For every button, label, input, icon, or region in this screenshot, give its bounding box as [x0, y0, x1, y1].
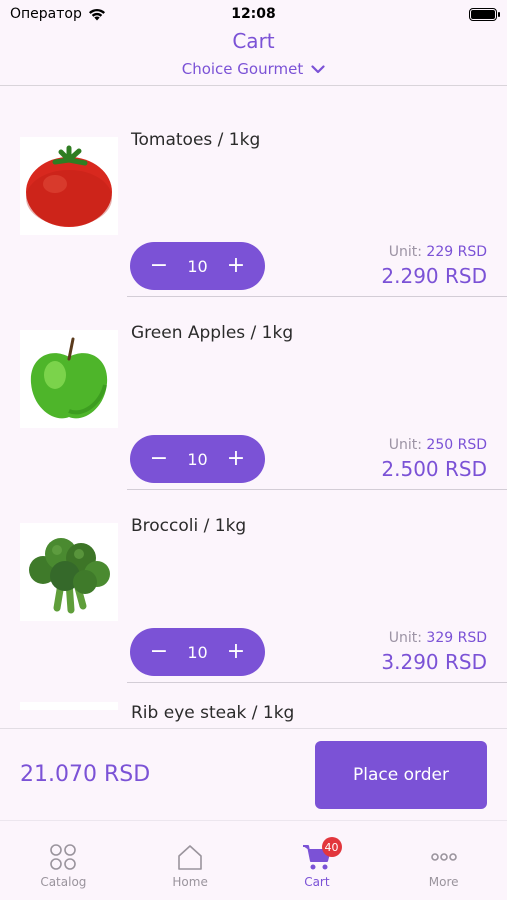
tab-cart[interactable]: Cart 40 [254, 821, 381, 900]
tab-home[interactable]: Home [127, 821, 254, 900]
store-selector[interactable]: Choice Gourmet [182, 60, 326, 78]
tomato-image [20, 137, 118, 235]
cart-item: Rib eye steak / 1kg [0, 666, 507, 723]
unit-label: Unit: [388, 244, 422, 260]
order-total: 21.070 RSD [20, 762, 151, 787]
unit-price: Unit: 329 RSD [389, 630, 487, 646]
order-summary-bar: 21.070 RSD Place order [0, 728, 507, 820]
cart-item: Green Apples / 1kg − 10 + Unit: 250 RSD … [0, 280, 507, 490]
cart-count-badge: 40 [321, 837, 342, 857]
unit-price: Unit: 229 RSD [389, 244, 487, 260]
steak-image [20, 702, 118, 710]
battery-icon [469, 7, 500, 21]
increase-button[interactable]: + [225, 641, 247, 663]
decrease-button[interactable]: − [148, 255, 170, 277]
status-left: Оператор [10, 6, 106, 22]
unit-price: Unit: 250 RSD [389, 437, 487, 453]
tab-more[interactable]: More [380, 821, 507, 900]
unit-price-value: 329 RSD [426, 630, 487, 646]
tab-label: More [428, 875, 459, 889]
increase-button[interactable]: + [225, 448, 247, 470]
store-name: Choice Gourmet [181, 60, 304, 78]
decrease-button[interactable]: − [148, 448, 170, 470]
item-name: Green Apples / 1kg [131, 323, 294, 343]
cart-item-list[interactable]: Tomatoes / 1kg − 10 + Unit: 229 RSD 2.29… [0, 87, 507, 728]
cart-header: Cart Choice Gourmet [0, 28, 507, 86]
unit-label: Unit: [388, 630, 422, 646]
page-title: Cart [232, 29, 275, 53]
wifi-icon [88, 8, 105, 20]
tab-bar: Catalog Home Cart 40 More [0, 820, 507, 900]
cart-item: Tomatoes / 1kg − 10 + Unit: 229 RSD 2.29… [0, 87, 507, 297]
place-order-button[interactable]: Place order [315, 740, 487, 809]
tab-label: Cart [304, 875, 330, 889]
more-dots-icon [430, 853, 457, 861]
quantity-value: 10 [187, 642, 208, 662]
broccoli-image [20, 523, 118, 621]
tab-label: Catalog [40, 875, 87, 889]
quantity-value: 10 [187, 256, 208, 276]
cart-item: Broccoli / 1kg − 10 + Unit: 329 RSD 3.29… [0, 473, 507, 683]
unit-price-value: 229 RSD [426, 244, 487, 260]
item-name: Broccoli / 1kg [131, 516, 247, 536]
tab-catalog[interactable]: Catalog [0, 821, 127, 900]
chevron-down-icon [311, 64, 325, 73]
status-bar: Оператор 12:08 [0, 0, 507, 28]
green-apple-image [20, 330, 118, 428]
decrease-button[interactable]: − [148, 641, 170, 663]
item-name: Tomatoes / 1kg [131, 130, 261, 150]
quantity-value: 10 [187, 449, 208, 469]
grid-circles-icon [50, 844, 77, 870]
home-icon [178, 845, 202, 870]
carrier-label: Оператор [10, 6, 82, 22]
unit-label: Unit: [388, 437, 422, 453]
tab-label: Home [172, 875, 208, 889]
increase-button[interactable]: + [225, 255, 247, 277]
unit-price-value: 250 RSD [426, 437, 487, 453]
item-name: Rib eye steak / 1kg [131, 703, 295, 723]
